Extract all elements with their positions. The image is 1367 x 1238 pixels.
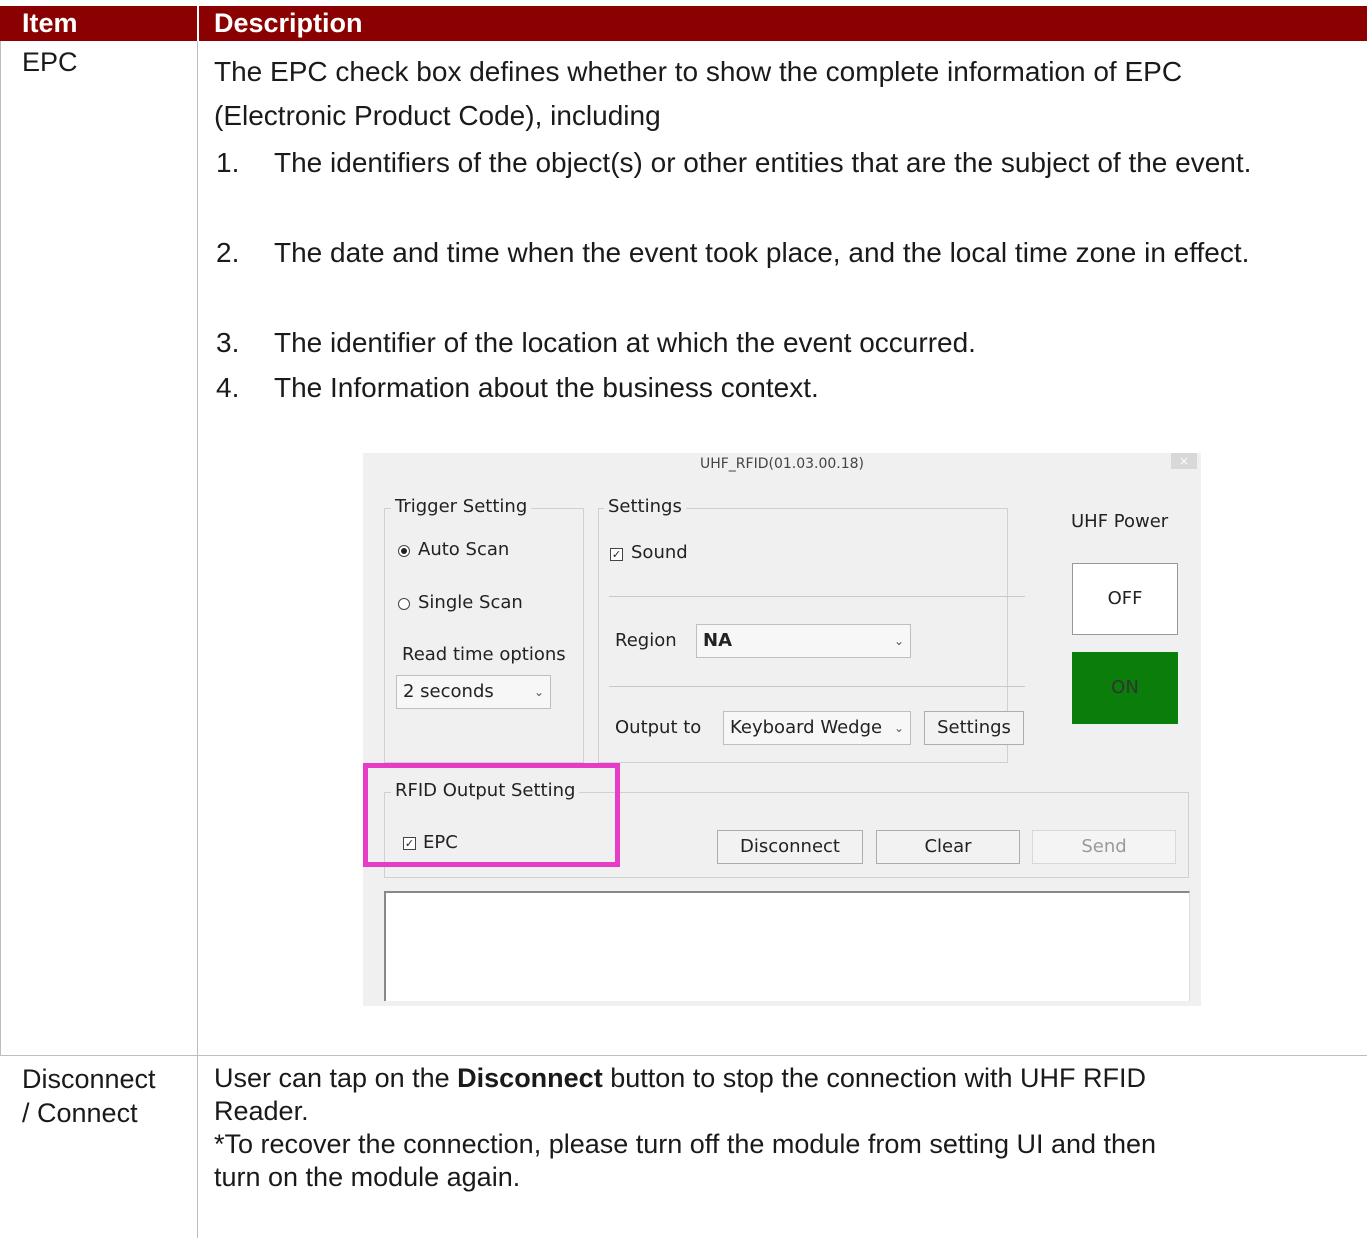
- output-textbox[interactable]: [384, 891, 1190, 1001]
- list-number: 4.: [216, 372, 240, 403]
- disconnect-button[interactable]: Disconnect: [717, 830, 863, 864]
- settings-button[interactable]: Settings: [924, 711, 1024, 745]
- settings-label: Settings: [604, 496, 686, 517]
- list-text: The date and time when the event took pl…: [274, 237, 1250, 268]
- settings-divider: [609, 596, 1025, 597]
- chevron-down-icon: ⌄: [893, 721, 904, 735]
- row2-item-line1: Disconnect: [22, 1064, 156, 1094]
- output-label: Output to: [615, 717, 702, 738]
- row2-line1: User can tap on the Disconnect button to…: [214, 1062, 1354, 1095]
- region-select[interactable]: NA ⌄: [696, 624, 911, 658]
- trigger-setting-label: Trigger Setting: [391, 496, 532, 517]
- region-value: NA: [703, 630, 732, 651]
- rfid-dialog-screenshot: UHF_RFID(01.03.00.18) × Trigger Setting …: [363, 453, 1201, 1006]
- read-time-label: Read time options: [402, 644, 566, 665]
- read-time-value: 2 seconds: [403, 681, 494, 702]
- row2-text-post: button to stop the connection with UHF R…: [602, 1063, 1146, 1093]
- table-left-border: [0, 41, 1, 1055]
- chevron-down-icon: ⌄: [893, 634, 904, 648]
- on-button[interactable]: ON: [1072, 652, 1178, 724]
- output-select[interactable]: Keyboard Wedge ⌄: [723, 711, 911, 745]
- chevron-down-icon: ⌄: [533, 685, 544, 699]
- row2-line3: *To recover the connection, please turn …: [214, 1129, 1157, 1159]
- list-number: 1.: [216, 147, 240, 178]
- read-time-select[interactable]: 2 seconds ⌄: [396, 675, 551, 709]
- row1-intro-line1: The EPC check box defines whether to sho…: [214, 56, 1183, 87]
- header-item: Item: [22, 8, 78, 38]
- dialog-title: UHF_RFID(01.03.00.18): [699, 456, 865, 472]
- row2-line2: Reader.: [214, 1096, 309, 1126]
- row2-description: User can tap on the Disconnect button to…: [214, 1062, 1354, 1194]
- clear-button[interactable]: Clear: [876, 830, 1020, 864]
- sound-checkbox[interactable]: ✓: [610, 548, 623, 561]
- list-text: The identifiers of the object(s) or othe…: [274, 147, 1252, 178]
- uhf-power-label: UHF Power: [1071, 511, 1169, 532]
- single-scan-label: Single Scan: [418, 592, 523, 613]
- region-label: Region: [615, 630, 677, 651]
- list-number: 3.: [216, 327, 240, 358]
- row2-item-line2: / Connect: [22, 1098, 138, 1128]
- settings-divider: [609, 686, 1025, 687]
- row1-item: EPC: [22, 47, 78, 77]
- column-divider: [197, 41, 198, 1238]
- table-header: Item Description: [0, 6, 1367, 41]
- row2-text-pre: User can tap on the: [214, 1063, 458, 1093]
- list-number: 2.: [216, 237, 240, 268]
- off-button[interactable]: OFF: [1072, 563, 1178, 635]
- row1-intro-line2: (Electronic Product Code), including: [214, 100, 661, 131]
- header-divider: [197, 6, 199, 41]
- auto-scan-label: Auto Scan: [418, 539, 510, 560]
- row-divider: [0, 1055, 1367, 1056]
- list-text: The Information about the business conte…: [274, 372, 819, 403]
- close-icon[interactable]: ×: [1171, 453, 1197, 469]
- header-description: Description: [214, 8, 363, 38]
- row2-line4: turn on the module again.: [214, 1162, 521, 1192]
- highlight-box: [363, 763, 620, 867]
- auto-scan-radio[interactable]: [398, 545, 410, 557]
- list-text: The identifier of the location at which …: [274, 327, 976, 358]
- single-scan-radio[interactable]: [398, 598, 410, 610]
- row2-text-bold: Disconnect: [457, 1063, 603, 1093]
- output-value: Keyboard Wedge: [730, 717, 883, 738]
- sound-label: Sound: [631, 542, 688, 563]
- send-button[interactable]: Send: [1032, 830, 1176, 864]
